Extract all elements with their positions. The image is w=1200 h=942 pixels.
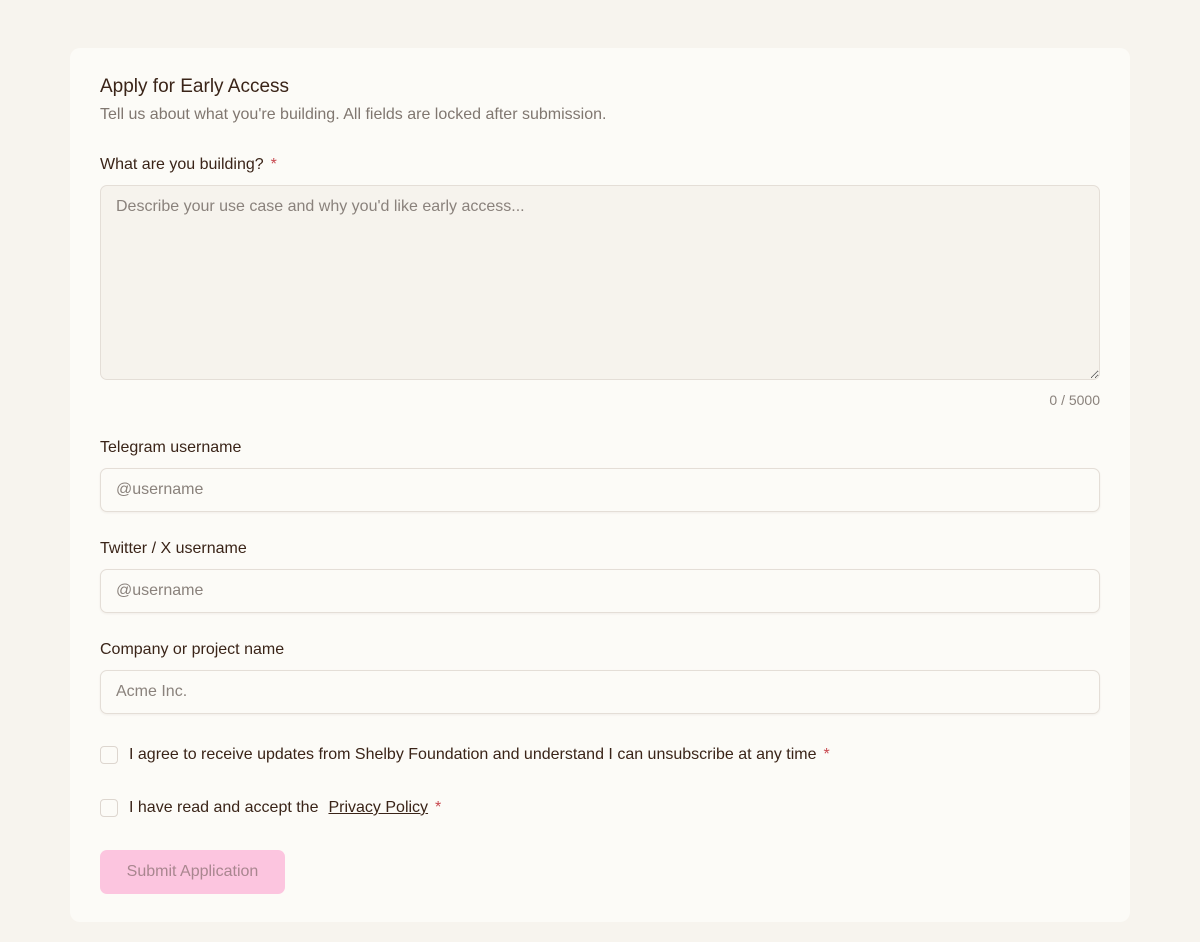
twitter-input[interactable] [100,569,1100,613]
updates-consent-row: I agree to receive updates from Shelby F… [100,743,1100,767]
updates-consent-checkbox[interactable] [100,746,118,764]
privacy-consent-checkbox[interactable] [100,799,118,817]
required-mark: * [435,799,442,816]
form-title: Apply for Early Access [100,76,290,97]
company-label: Company or project name [100,641,285,658]
early-access-form-card: Apply for Early Access Tell us about wha… [70,48,1130,922]
company-field: Company or project name [100,639,1100,714]
building-label: What are you building? * [100,154,1100,176]
privacy-consent-label: I have read and accept the [129,799,319,816]
twitter-label: Twitter / X username [100,540,247,557]
building-textarea[interactable] [100,185,1100,380]
telegram-field: Telegram username [100,437,1100,512]
building-label-text: What are you building? [100,156,264,173]
required-mark: * [270,156,277,173]
telegram-label: Telegram username [100,439,242,456]
telegram-input[interactable] [100,468,1100,512]
company-input[interactable] [100,670,1100,714]
privacy-consent-row: I have read and accept the Privacy Policy… [100,796,1100,820]
submit-application-button[interactable]: Submit Application [100,850,285,894]
twitter-field: Twitter / X username [100,538,1100,613]
form-subtitle: Tell us about what you're building. All … [100,106,607,123]
character-counter: 0 / 5000 [1049,392,1100,408]
updates-consent-label: I agree to receive updates from Shelby F… [129,746,817,763]
privacy-policy-link[interactable]: Privacy Policy [328,799,428,817]
building-field: What are you building? * 0 / 5000 [100,154,1100,410]
required-mark: * [823,746,830,763]
